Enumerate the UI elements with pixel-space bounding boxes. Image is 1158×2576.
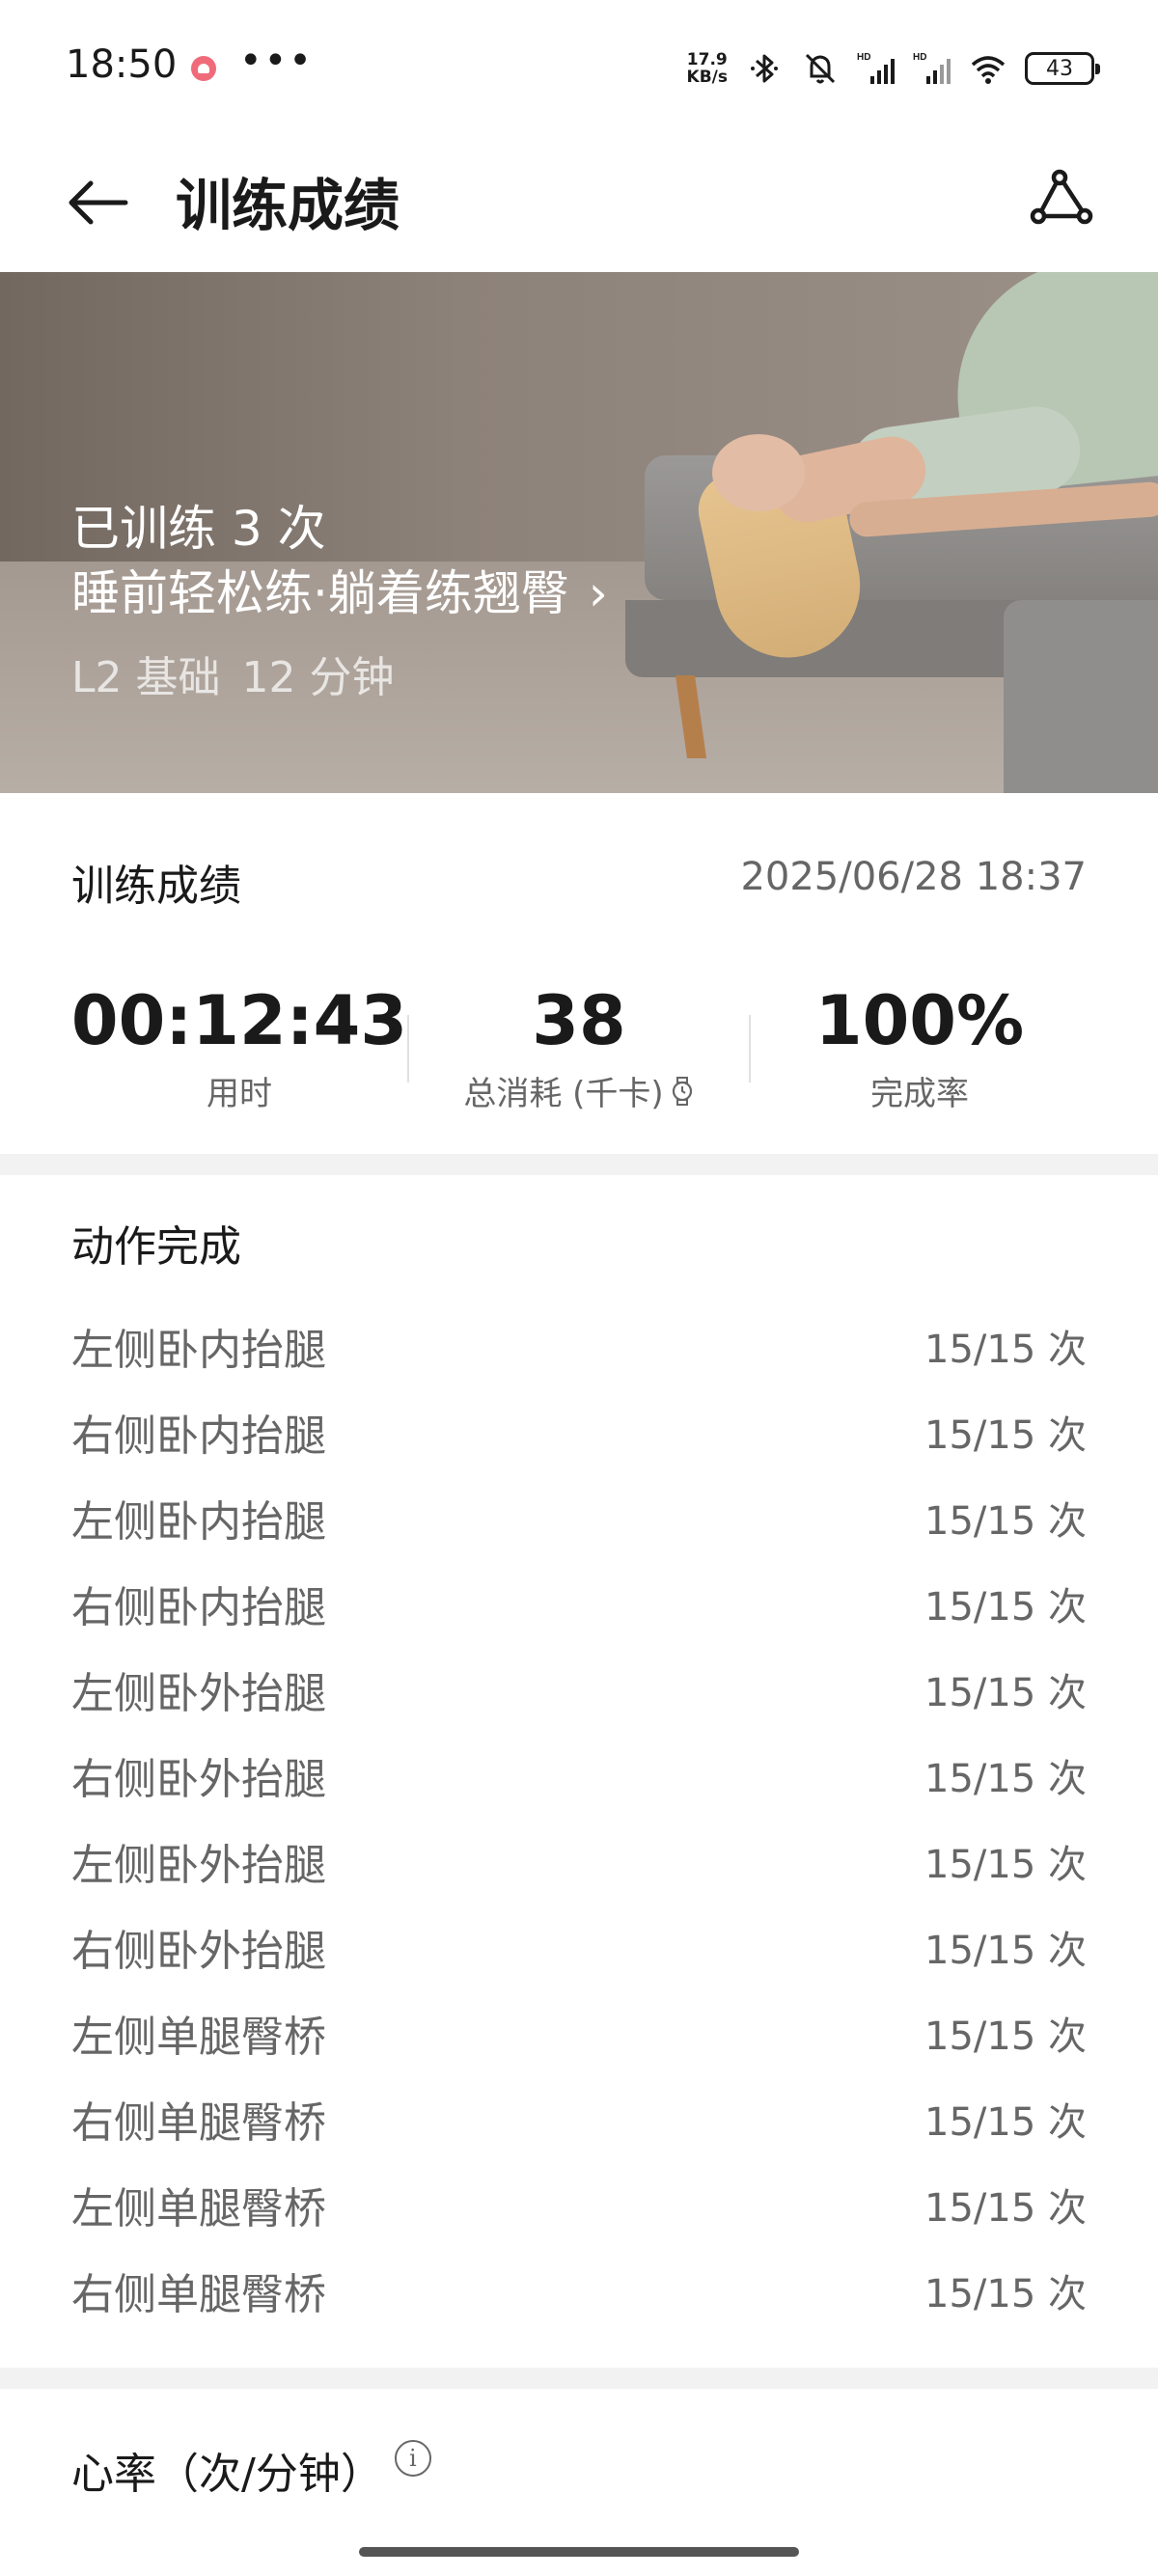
stats-row: 00:12:43 用时 38 总消耗 (千卡) 100% 完成率 [0,982,1158,1137]
action-name: 右侧单腿臀桥 [71,2097,326,2148]
heart-rate-title-text: 心率（次/分钟） [71,2450,383,2499]
list-item: 右侧卧内抬腿 15/15 次 [0,1560,1158,1646]
stat-calories: 38 总消耗 (千卡) [405,982,753,1114]
network-speed-value: 17.9 [686,50,728,69]
list-item: 左侧单腿臀桥 15/15 次 [0,2161,1158,2247]
back-button[interactable] [64,162,145,243]
list-item: 右侧卧外抬腿 15/15 次 [0,1732,1158,1818]
stat-label-text: 总消耗 (千卡) [463,1075,664,1113]
list-item: 右侧卧外抬腿 15/15 次 [0,1904,1158,1989]
action-name: 左侧卧内抬腿 [71,1325,326,1375]
action-name: 右侧卧外抬腿 [71,1754,326,1804]
info-icon[interactable]: i [394,2440,431,2477]
sofa-image-part [1004,600,1158,793]
action-list: 左侧卧内抬腿 15/15 次 右侧卧内抬腿 15/15 次 左侧卧内抬腿 15/15 … [0,1302,1158,2333]
list-item: 右侧单腿臀桥 15/15 次 [0,2247,1158,2333]
hero-text: 已训练 3 次 睡前轻松练·躺着练翘臀 › L2 基础 12 分钟 [71,500,608,704]
actions-title: 动作完成 [71,1222,241,1272]
svg-text:HD: HD [913,52,926,63]
results-section: 训练成绩 2025/06/28 18:37 00:12:43 用时 38 总消耗… [0,793,1158,1154]
list-item: 右侧卧内抬腿 15/15 次 [0,1388,1158,1474]
home-indicator[interactable] [359,2547,799,2557]
course-name-link[interactable]: 睡前轻松练·躺着练翘臀 › [71,563,608,623]
status-icons: 17.9 KB/s HD HD 43 [687,44,1100,93]
action-count: 15/15 次 [924,1756,1087,1801]
course-meta: L2 基础 12 分钟 [71,643,608,704]
section-divider [0,2368,1158,2389]
action-name: 右侧卧内抬腿 [71,1582,326,1632]
course-duration: 12 分钟 [241,653,395,702]
bluetooth-icon [751,54,778,83]
action-name: 左侧卧内抬腿 [71,1496,326,1547]
action-count: 15/15 次 [924,1584,1087,1630]
more-notifications-icon: ••• [239,39,314,83]
app-bar: 训练成绩 [0,135,1158,272]
person-image-part [712,434,805,511]
stat-label: 用时 [66,1067,413,1114]
results-title: 训练成绩 [71,862,241,911]
status-bar: 18:50 ••• 17.9 KB/s HD HD 43 [0,0,1158,135]
list-item: 左侧卧外抬腿 15/15 次 [0,1818,1158,1904]
watch-icon [672,1076,692,1106]
list-item: 左侧卧内抬腿 15/15 次 [0,1302,1158,1388]
action-count: 15/15 次 [924,1327,1087,1372]
actions-section: 动作完成 左侧卧内抬腿 15/15 次 右侧卧内抬腿 15/15 次 左侧卧内抬腿 1… [0,1175,1158,2368]
course-name: 睡前轻松练·躺着练翘臀 [71,565,569,621]
signal-icon-2: HD [913,52,951,84]
action-count: 15/15 次 [924,1842,1087,1887]
stat-label: 完成率 [746,1067,1093,1114]
action-count: 15/15 次 [924,1412,1087,1458]
arrow-left-icon [69,180,128,225]
list-item: 左侧卧内抬腿 15/15 次 [0,1474,1158,1560]
action-name: 右侧卧内抬腿 [71,1411,326,1461]
page-title: 训练成绩 [176,173,400,238]
list-item: 右侧单腿臀桥 15/15 次 [0,2075,1158,2161]
action-count: 15/15 次 [924,2185,1087,2231]
action-name: 左侧卧外抬腿 [71,1840,326,1890]
action-count: 15/15 次 [924,1670,1087,1715]
health-notification-icon [191,56,216,81]
action-name: 左侧单腿臀桥 [71,2183,326,2233]
stat-value: 38 [532,981,626,1060]
action-name: 右侧卧外抬腿 [71,1926,326,1976]
network-speed: 17.9 KB/s [687,51,728,86]
chevron-right-icon: › [588,565,608,621]
list-item: 左侧卧外抬腿 15/15 次 [0,1646,1158,1732]
signal-icon: HD [857,52,895,84]
battery-icon: 43 [1025,52,1100,85]
share-icon [1030,169,1093,225]
action-count: 15/15 次 [924,2099,1087,2145]
stat-label-text: 完成率 [870,1075,969,1113]
wifi-icon [971,56,1006,84]
section-divider [0,1154,1158,1175]
list-item: 左侧单腿臀桥 15/15 次 [0,1989,1158,2075]
action-count: 15/15 次 [924,1928,1087,1973]
action-name: 左侧卧外抬腿 [71,1668,326,1718]
share-button[interactable] [1021,158,1102,239]
train-count: 已训练 3 次 [71,501,326,557]
network-speed-unit: KB/s [686,68,728,87]
stat-value: 100% [814,981,1025,1060]
results-date: 2025/06/28 18:37 [740,855,1087,899]
stat-value: 00:12:43 [70,981,408,1060]
action-count: 15/15 次 [924,2271,1087,2316]
action-name: 左侧单腿臀桥 [71,2012,326,2062]
action-count: 15/15 次 [924,2014,1087,2059]
status-time: 18:50 [66,42,178,87]
stat-completion: 100% 完成率 [746,982,1093,1114]
stat-label-text: 用时 [207,1075,272,1113]
action-name: 右侧单腿臀桥 [71,2269,326,2319]
heart-rate-title: 心率（次/分钟） i [71,2439,431,2501]
course-level: L2 基础 [71,653,221,702]
svg-text:HD: HD [857,52,870,63]
stat-duration: 00:12:43 用时 [66,982,413,1114]
course-hero-banner[interactable]: 已训练 3 次 睡前轻松练·躺着练翘臀 › L2 基础 12 分钟 [0,272,1158,793]
bell-off-icon [805,53,836,84]
stat-label: 总消耗 (千卡) [405,1067,753,1114]
action-count: 15/15 次 [924,1498,1087,1544]
